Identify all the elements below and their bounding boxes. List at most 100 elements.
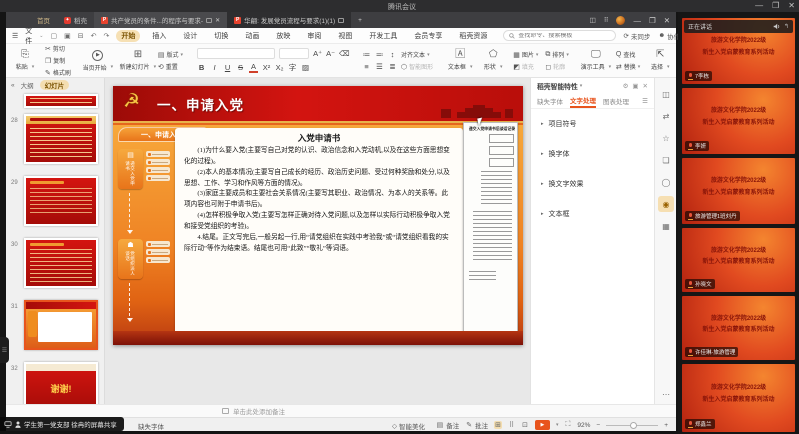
zoom-slider-knob[interactable] [630, 422, 637, 429]
numbered-list-icon[interactable]: ≕ [375, 50, 384, 59]
outline-tab[interactable]: 大纲 [21, 80, 34, 90]
slide-thumbnail-28[interactable] [24, 114, 98, 164]
help-icon[interactable]: ◯ [658, 174, 674, 190]
menu-tab-devtools[interactable]: 开发工具 [364, 30, 402, 42]
menu-tab-animation[interactable]: 动画 [240, 30, 264, 42]
new-tab-button[interactable]: + [351, 12, 369, 28]
shapes-button[interactable]: ⬠ 形状▾ [480, 50, 506, 71]
subscript-button[interactable]: X₂ [275, 63, 284, 72]
layout-button[interactable]: ▤版式▾ [158, 50, 183, 59]
menu-tab-transition[interactable]: 切换 [209, 30, 233, 42]
font-size-combobox[interactable] [279, 48, 309, 59]
gear-icon[interactable]: ⚙ [623, 82, 629, 90]
participant-video-3[interactable]: 旅游文化学院2022级 新生入党启蒙教育系列活动 旅游管理1班刘丹 [682, 158, 795, 224]
zoom-slider[interactable] [606, 425, 658, 426]
menu-tab-slideshow[interactable]: 放映 [271, 30, 295, 42]
save-icon[interactable]: ▣ [64, 32, 71, 40]
panel-tab-text[interactable]: 文字处理 [570, 95, 596, 108]
bold-button[interactable]: B [197, 63, 206, 72]
paste-button[interactable]: ⎘ 粘贴▾ [12, 50, 38, 71]
decrease-font-icon[interactable]: A⁻ [326, 49, 335, 58]
zoom-out-icon[interactable]: − [596, 422, 600, 429]
arrange-button[interactable]: ⧉排列▾ [545, 50, 569, 59]
menu-tab-review[interactable]: 审阅 [302, 30, 326, 42]
missing-font-status[interactable]: 缺失字体 [138, 421, 164, 431]
zoom-level[interactable]: 92% [577, 422, 590, 429]
command-search[interactable] [503, 30, 616, 41]
wps-close-icon[interactable]: ✕ [664, 16, 670, 25]
align-left-icon[interactable]: ≡ [362, 62, 371, 71]
slide-thumbnail-31-selected[interactable] [24, 300, 98, 350]
text-box-button[interactable]: 🄰 文本框▾ [447, 50, 473, 71]
panel-tab-missing-fonts[interactable]: 缺失字体 [537, 96, 563, 106]
slide-thumbnail-29[interactable] [24, 176, 98, 226]
panel-tab-chart[interactable]: 图表处理 [603, 96, 629, 106]
slide-thumbnail-partial[interactable] [24, 94, 98, 108]
pin-icon[interactable]: ▣ [632, 82, 638, 90]
replace-button[interactable]: ⇄替换▾ [616, 62, 640, 71]
more-tools-icon[interactable]: ⋯ [658, 386, 674, 402]
file-menu[interactable]: 文件 [25, 26, 32, 46]
participant-video-6[interactable]: 旅游文化学院2022级 新生入党启蒙教育系列活动 郑鑫兰 [682, 364, 795, 432]
sidebar-toggle-handle[interactable]: ☰ [0, 337, 9, 363]
close-icon[interactable]: ✕ [788, 1, 795, 10]
collapse-videos-icon[interactable]: ↰ [784, 23, 789, 30]
menu-tab-insert[interactable]: 插入 [147, 30, 171, 42]
menu-tab-home[interactable]: 开始 [116, 30, 140, 42]
undo-icon[interactable]: ↶ [91, 32, 97, 40]
collaborate-button[interactable]: ☻协作 [658, 31, 680, 41]
char-spacing-icon[interactable]: 字 [288, 62, 297, 73]
menu-tab-view[interactable]: 视图 [333, 30, 357, 42]
increase-font-icon[interactable]: A⁺ [313, 49, 322, 58]
highlight-icon[interactable]: ▨ [301, 63, 310, 72]
strikethrough-button[interactable]: S [236, 63, 245, 72]
normal-view-icon[interactable]: ⊞ [494, 421, 502, 429]
tab-home[interactable]: 首页 [30, 12, 57, 28]
main-menu-icon[interactable]: ☰ [12, 32, 18, 40]
presentation-tools-button[interactable]: 🖵 演示工具▾ [583, 50, 609, 71]
outline-button[interactable]: ◻轮廓 [545, 62, 569, 71]
participant-video-4[interactable]: 旅游文化学院2022级 新生入党启蒙教育系列活动 孙晓文 [682, 228, 795, 292]
find-button[interactable]: Q查找 [616, 50, 640, 59]
document-tab-2-active[interactable]: P 华翩: 发展党员流程与要求(1)(1) [227, 12, 351, 28]
switch-icon[interactable]: ⇄ [658, 108, 674, 124]
minimize-icon[interactable]: — [755, 1, 763, 10]
comments-toggle[interactable]: ✎批注 [465, 420, 488, 430]
align-text-button[interactable]: 对齐文本▾ [401, 50, 430, 59]
skin-icon[interactable]: ◫ [658, 86, 674, 102]
slide-thumbnail-30[interactable] [24, 238, 98, 288]
cut-button[interactable]: ✂剪切 [45, 44, 71, 53]
document-tab-1[interactable]: P 共产党员的条件...的程序与要求- ✕ [94, 12, 227, 28]
new-slide-button[interactable]: ⊞ 新建幻灯片▾ [125, 50, 151, 71]
play-caret-icon[interactable]: ▾ [556, 422, 559, 428]
panel-item-text-effect[interactable]: ▸换文字效果 [531, 169, 654, 199]
menu-tab-design[interactable]: 设计 [178, 30, 202, 42]
panel-item-bullets[interactable]: ▸项目符号 [531, 109, 654, 139]
location-icon[interactable]: ◉ [658, 196, 674, 212]
close-panel-icon[interactable]: ✕ [643, 82, 648, 90]
layout-split-icon[interactable]: ◫ [590, 16, 596, 24]
superscript-button[interactable]: X² [262, 63, 271, 72]
smart-graphics-button[interactable]: ⬡智能图形 [401, 62, 433, 71]
font-color-button[interactable]: A [249, 62, 258, 73]
image-tool-icon[interactable]: ▦ [658, 218, 674, 234]
collapse-panel-icon[interactable]: « [11, 82, 15, 89]
select-button[interactable]: ⇱ 选择▾ [647, 50, 673, 71]
slides-tab[interactable]: 幻灯片 [40, 80, 70, 90]
format-painter-button[interactable]: ✎格式刷 [45, 68, 71, 77]
participant-video-2[interactable]: 旅游文化学院2022级 新生入党启蒙教育系列活动 李妍 [682, 88, 795, 154]
wps-minimize-icon[interactable]: — [633, 16, 641, 25]
notes-toggle[interactable]: ▤备注 [436, 420, 460, 430]
template-icon[interactable]: ❏ [658, 152, 674, 168]
user-avatar[interactable] [616, 16, 625, 25]
participant-video-5[interactable]: 旅游文化学院2022级 新生入党启蒙教育系列活动 许佳琳-旅游管理 [682, 296, 795, 360]
italic-button[interactable]: I [210, 63, 219, 72]
fit-slide-icon[interactable]: ⛶ [564, 421, 571, 429]
underline-button[interactable]: U [223, 63, 232, 72]
reading-view-icon[interactable]: ⊡ [521, 421, 529, 429]
panel-item-change-font[interactable]: ▸换字体 [531, 139, 654, 169]
current-slide[interactable]: ☭ 一、申请入党 一、申请入党 ▤ [113, 86, 523, 345]
smart-beautify-button[interactable]: ◇ 智能美化 [392, 421, 425, 431]
sorter-view-icon[interactable]: ⠿ [508, 421, 515, 429]
zoom-in-icon[interactable]: + [664, 422, 668, 429]
